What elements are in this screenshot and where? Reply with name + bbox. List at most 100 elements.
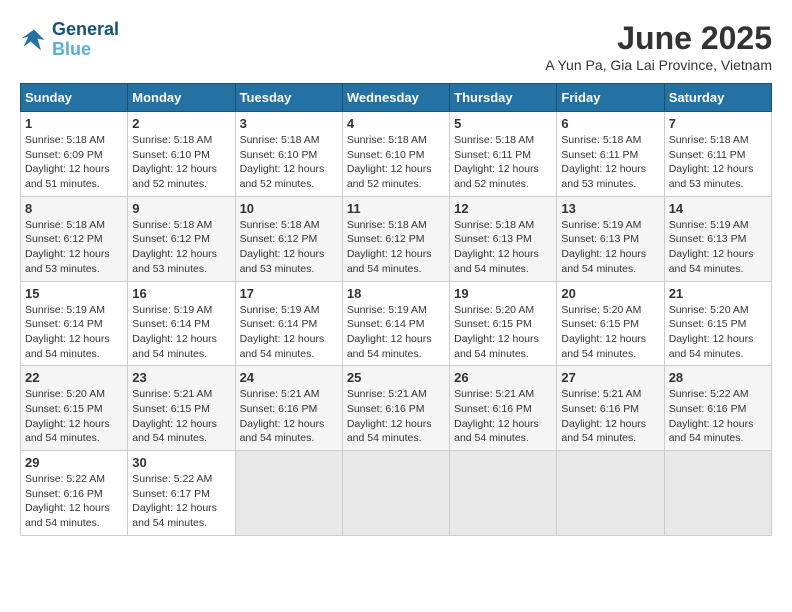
day-number: 11 [347,201,445,216]
day-number: 4 [347,116,445,131]
calendar-day-cell: 20 Sunrise: 5:20 AM Sunset: 6:15 PM Dayl… [557,281,664,366]
calendar-day-cell: 13 Sunrise: 5:19 AM Sunset: 6:13 PM Dayl… [557,196,664,281]
calendar-day-cell: 1 Sunrise: 5:18 AM Sunset: 6:09 PM Dayli… [21,112,128,197]
calendar-day-cell [664,451,771,536]
day-info: Sunrise: 5:18 AM Sunset: 6:11 PM Dayligh… [561,133,659,192]
day-number: 22 [25,370,123,385]
day-info: Sunrise: 5:19 AM Sunset: 6:14 PM Dayligh… [240,303,338,362]
logo: General Blue [20,20,119,60]
calendar-day-cell: 22 Sunrise: 5:20 AM Sunset: 6:15 PM Dayl… [21,366,128,451]
calendar-day-cell: 11 Sunrise: 5:18 AM Sunset: 6:12 PM Dayl… [342,196,449,281]
day-info: Sunrise: 5:22 AM Sunset: 6:17 PM Dayligh… [132,472,230,531]
day-number: 12 [454,201,552,216]
day-info: Sunrise: 5:22 AM Sunset: 6:16 PM Dayligh… [25,472,123,531]
day-number: 24 [240,370,338,385]
day-number: 10 [240,201,338,216]
day-number: 8 [25,201,123,216]
day-number: 1 [25,116,123,131]
calendar-day-cell: 2 Sunrise: 5:18 AM Sunset: 6:10 PM Dayli… [128,112,235,197]
day-info: Sunrise: 5:20 AM Sunset: 6:15 PM Dayligh… [669,303,767,362]
day-info: Sunrise: 5:21 AM Sunset: 6:15 PM Dayligh… [132,387,230,446]
calendar-day-cell [342,451,449,536]
day-number: 15 [25,286,123,301]
day-number: 26 [454,370,552,385]
logo-line1: General [52,19,119,39]
day-info: Sunrise: 5:19 AM Sunset: 6:14 PM Dayligh… [132,303,230,362]
logo-line2: Blue [52,39,91,59]
calendar-day-cell: 21 Sunrise: 5:20 AM Sunset: 6:15 PM Dayl… [664,281,771,366]
calendar-day-cell [557,451,664,536]
day-info: Sunrise: 5:21 AM Sunset: 6:16 PM Dayligh… [347,387,445,446]
day-info: Sunrise: 5:18 AM Sunset: 6:12 PM Dayligh… [132,218,230,277]
calendar-day-cell: 3 Sunrise: 5:18 AM Sunset: 6:10 PM Dayli… [235,112,342,197]
calendar-day-cell: 30 Sunrise: 5:22 AM Sunset: 6:17 PM Dayl… [128,451,235,536]
day-number: 21 [669,286,767,301]
calendar-day-cell: 7 Sunrise: 5:18 AM Sunset: 6:11 PM Dayli… [664,112,771,197]
calendar-day-cell: 10 Sunrise: 5:18 AM Sunset: 6:12 PM Dayl… [235,196,342,281]
day-of-week-header: Friday [557,84,664,112]
calendar-day-cell: 14 Sunrise: 5:19 AM Sunset: 6:13 PM Dayl… [664,196,771,281]
logo-text: General Blue [52,20,119,60]
day-info: Sunrise: 5:18 AM Sunset: 6:12 PM Dayligh… [240,218,338,277]
day-number: 20 [561,286,659,301]
calendar-day-cell [235,451,342,536]
day-info: Sunrise: 5:18 AM Sunset: 6:12 PM Dayligh… [347,218,445,277]
calendar-week-row: 8 Sunrise: 5:18 AM Sunset: 6:12 PM Dayli… [21,196,772,281]
day-number: 2 [132,116,230,131]
calendar-week-row: 29 Sunrise: 5:22 AM Sunset: 6:16 PM Dayl… [21,451,772,536]
calendar-day-cell: 26 Sunrise: 5:21 AM Sunset: 6:16 PM Dayl… [450,366,557,451]
calendar-table: SundayMondayTuesdayWednesdayThursdayFrid… [20,83,772,536]
day-number: 6 [561,116,659,131]
day-number: 30 [132,455,230,470]
day-number: 25 [347,370,445,385]
day-number: 18 [347,286,445,301]
day-info: Sunrise: 5:18 AM Sunset: 6:10 PM Dayligh… [132,133,230,192]
calendar-day-cell: 24 Sunrise: 5:21 AM Sunset: 6:16 PM Dayl… [235,366,342,451]
calendar-day-cell: 12 Sunrise: 5:18 AM Sunset: 6:13 PM Dayl… [450,196,557,281]
day-number: 29 [25,455,123,470]
calendar-day-cell: 17 Sunrise: 5:19 AM Sunset: 6:14 PM Dayl… [235,281,342,366]
day-number: 5 [454,116,552,131]
day-of-week-header: Monday [128,84,235,112]
day-info: Sunrise: 5:20 AM Sunset: 6:15 PM Dayligh… [454,303,552,362]
day-info: Sunrise: 5:20 AM Sunset: 6:15 PM Dayligh… [561,303,659,362]
calendar-header-row: SundayMondayTuesdayWednesdayThursdayFrid… [21,84,772,112]
calendar-day-cell: 19 Sunrise: 5:20 AM Sunset: 6:15 PM Dayl… [450,281,557,366]
day-number: 3 [240,116,338,131]
day-info: Sunrise: 5:19 AM Sunset: 6:13 PM Dayligh… [561,218,659,277]
calendar-day-cell [450,451,557,536]
day-number: 9 [132,201,230,216]
day-of-week-header: Saturday [664,84,771,112]
calendar-week-row: 1 Sunrise: 5:18 AM Sunset: 6:09 PM Dayli… [21,112,772,197]
calendar-day-cell: 29 Sunrise: 5:22 AM Sunset: 6:16 PM Dayl… [21,451,128,536]
calendar-day-cell: 23 Sunrise: 5:21 AM Sunset: 6:15 PM Dayl… [128,366,235,451]
calendar-day-cell: 16 Sunrise: 5:19 AM Sunset: 6:14 PM Dayl… [128,281,235,366]
day-info: Sunrise: 5:18 AM Sunset: 6:13 PM Dayligh… [454,218,552,277]
calendar-day-cell: 9 Sunrise: 5:18 AM Sunset: 6:12 PM Dayli… [128,196,235,281]
day-number: 28 [669,370,767,385]
day-info: Sunrise: 5:18 AM Sunset: 6:09 PM Dayligh… [25,133,123,192]
day-number: 23 [132,370,230,385]
day-info: Sunrise: 5:18 AM Sunset: 6:10 PM Dayligh… [347,133,445,192]
day-info: Sunrise: 5:19 AM Sunset: 6:13 PM Dayligh… [669,218,767,277]
day-info: Sunrise: 5:21 AM Sunset: 6:16 PM Dayligh… [561,387,659,446]
day-number: 13 [561,201,659,216]
day-info: Sunrise: 5:18 AM Sunset: 6:11 PM Dayligh… [454,133,552,192]
day-number: 16 [132,286,230,301]
day-of-week-header: Sunday [21,84,128,112]
day-info: Sunrise: 5:19 AM Sunset: 6:14 PM Dayligh… [25,303,123,362]
calendar-day-cell: 6 Sunrise: 5:18 AM Sunset: 6:11 PM Dayli… [557,112,664,197]
calendar-day-cell: 4 Sunrise: 5:18 AM Sunset: 6:10 PM Dayli… [342,112,449,197]
calendar-week-row: 22 Sunrise: 5:20 AM Sunset: 6:15 PM Dayl… [21,366,772,451]
page-title: June 2025 [545,20,772,57]
day-info: Sunrise: 5:19 AM Sunset: 6:14 PM Dayligh… [347,303,445,362]
day-info: Sunrise: 5:21 AM Sunset: 6:16 PM Dayligh… [454,387,552,446]
day-number: 19 [454,286,552,301]
calendar-day-cell: 25 Sunrise: 5:21 AM Sunset: 6:16 PM Dayl… [342,366,449,451]
page-header: General Blue June 2025 A Yun Pa, Gia Lai… [20,20,772,73]
day-info: Sunrise: 5:21 AM Sunset: 6:16 PM Dayligh… [240,387,338,446]
calendar-day-cell: 28 Sunrise: 5:22 AM Sunset: 6:16 PM Dayl… [664,366,771,451]
calendar-week-row: 15 Sunrise: 5:19 AM Sunset: 6:14 PM Dayl… [21,281,772,366]
day-number: 14 [669,201,767,216]
calendar-day-cell: 5 Sunrise: 5:18 AM Sunset: 6:11 PM Dayli… [450,112,557,197]
